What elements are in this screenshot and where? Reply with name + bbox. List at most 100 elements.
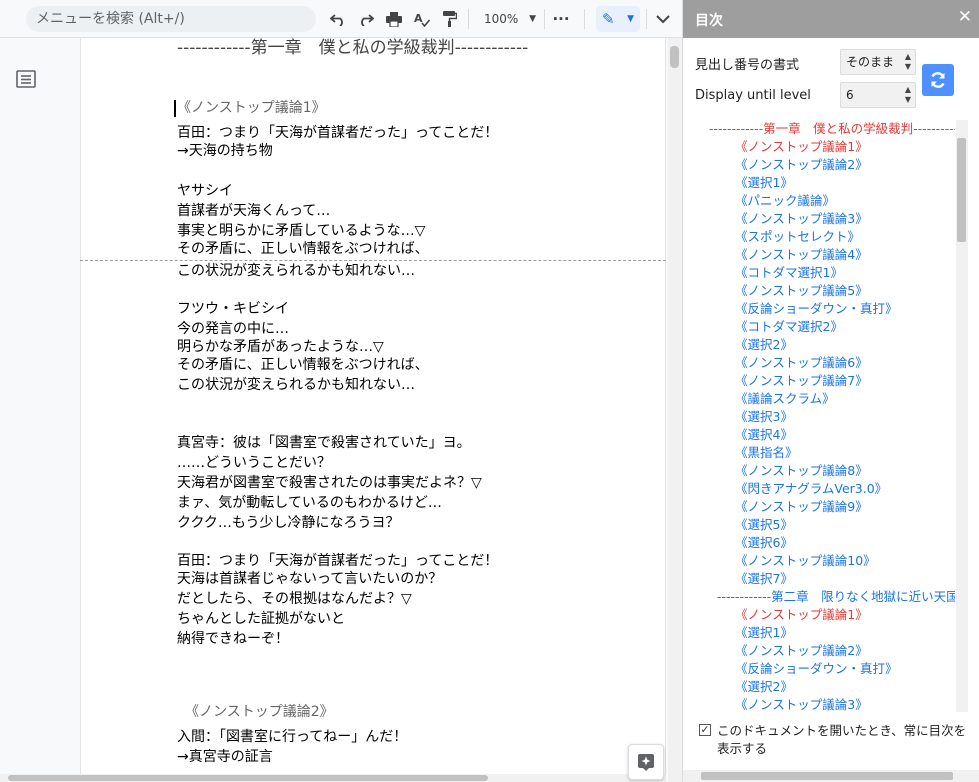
- toc-item[interactable]: 《選択1》: [735, 624, 793, 642]
- text-cursor: [174, 100, 176, 117]
- doc-line: 明らかな矛盾があったような…▽: [177, 339, 384, 355]
- document-scroll-thumb[interactable]: [670, 46, 679, 68]
- document-hscroll-thumb[interactable]: [8, 775, 488, 781]
- toc-hscroll-thumb[interactable]: [701, 772, 953, 780]
- doc-line: 百田：つまり「天海が首謀者だった」ってことだ！: [177, 125, 499, 141]
- doc-line: ……どういうことだい？: [177, 455, 331, 471]
- doc-line: 天海君が図書室で殺害されたのは事実だよネ？▽: [177, 475, 482, 491]
- toc-item[interactable]: ------------第二章 限りなく地獄に近い天国: [717, 588, 955, 606]
- doc-line: 天海は首謀者じゃないって言いたいのか？: [177, 571, 443, 587]
- toc-item[interactable]: 《スポットセレクト》: [735, 228, 860, 246]
- pen-caret-icon: ▼: [627, 14, 634, 24]
- toc-item[interactable]: 《ノンストップ議論1》: [735, 606, 868, 624]
- toolbar-divider: [468, 9, 469, 29]
- redo-icon[interactable]: [354, 8, 378, 30]
- toc-item[interactable]: 《選択6》: [735, 534, 793, 552]
- document-outline-icon[interactable]: [16, 70, 36, 88]
- doc-line: →真宮寺の証言: [177, 749, 273, 765]
- close-icon[interactable]: ✕: [958, 7, 972, 27]
- toc-item[interactable]: 《ノンストップ議論8》: [735, 462, 868, 480]
- toc-item[interactable]: 《選択1》: [735, 174, 793, 192]
- document-vertical-scrollbar[interactable]: [668, 38, 682, 782]
- toc-item[interactable]: 《パニック議論》: [735, 192, 835, 210]
- toc-item[interactable]: 《ノンストップ議論10》: [735, 552, 876, 570]
- toc-item[interactable]: 《ノンストップ議論4》: [735, 246, 868, 264]
- document-area: ------------第一章 僕と私の学級裁判------------ 《ノン…: [0, 38, 682, 782]
- toc-item[interactable]: 《ノンストップ議論1》: [735, 138, 868, 156]
- refresh-button[interactable]: [922, 64, 954, 96]
- page-break: [80, 260, 666, 261]
- doc-line: →天海の持ち物: [177, 143, 273, 159]
- toc-item[interactable]: 《選択4》: [735, 426, 793, 444]
- svg-text:A: A: [414, 12, 423, 25]
- toc-item[interactable]: ------------第一章 僕と私の学級裁判------------: [709, 120, 955, 138]
- doc-line: 事実と明らかに矛盾しているような…▽: [177, 223, 426, 239]
- toc-item[interactable]: 《コトダマ選択1》: [735, 264, 843, 282]
- print-icon[interactable]: [382, 8, 406, 30]
- toc-item[interactable]: 《ノンストップ議論3》: [735, 696, 868, 712]
- always-show-toc-checkbox[interactable]: ✓: [699, 724, 711, 736]
- toc-item[interactable]: 《反論ショーダウン・真打》: [735, 300, 898, 318]
- heading-format-select[interactable]: そのまま ▲ ▼: [840, 49, 916, 75]
- menu-search-input[interactable]: メニューを検索 (Alt+/): [26, 6, 316, 32]
- doc-line: その矛盾に、正しい情報をぶつければ、: [177, 241, 429, 257]
- toc-item[interactable]: 《ノンストップ議論3》: [735, 210, 868, 228]
- toc-item[interactable]: 《黒指名》: [735, 444, 798, 462]
- doc-line: ちゃんとした証拠がないと: [177, 611, 345, 627]
- pen-icon: ✎: [602, 10, 615, 28]
- toc-item[interactable]: 《選択2》: [735, 678, 793, 696]
- doc-line: だとしたら、その根拠はなんだよ？▽: [177, 591, 412, 607]
- toc-item[interactable]: 《ノンストップ議論6》: [735, 354, 868, 372]
- toc-item[interactable]: 《選択7》: [735, 570, 793, 588]
- toolbar-divider: [544, 9, 545, 29]
- display-level-select[interactable]: 6 ▲ ▼: [840, 82, 916, 108]
- select-arrows-icon: ▲ ▼: [904, 52, 911, 71]
- doc-line: ヤサシイ: [177, 183, 233, 199]
- chapter-heading: ------------第一章 僕と私の学級裁判------------: [177, 38, 529, 58]
- doc-line: ククク…もう少し冷静になろうヨ？: [177, 515, 400, 531]
- toc-item[interactable]: 《ノンストップ議論9》: [735, 498, 868, 516]
- toc-item[interactable]: 《ノンストップ議論7》: [735, 372, 868, 390]
- toc-header: 目次 ✕: [683, 0, 979, 38]
- section-heading: 《ノンストップ議論1》: [177, 100, 326, 116]
- app-window: メニューを検索 (Alt+/) A 100% ▼ ··· ✎ ▼ -------…: [0, 0, 979, 782]
- toc-item[interactable]: 《選択5》: [735, 516, 793, 534]
- document-page[interactable]: [80, 38, 666, 782]
- doc-line: 入間：「図書室に行ってねー」んだ！: [177, 729, 408, 745]
- doc-line: 首謀者が天海くんって…: [177, 203, 331, 219]
- doc-line: 今の発言の中に…: [177, 321, 289, 337]
- display-level-label: Display until level: [695, 88, 811, 103]
- doc-line: 納得できねーぞ！: [177, 631, 289, 647]
- toc-item[interactable]: 《議論スクラム》: [735, 390, 835, 408]
- toc-item[interactable]: 《反論ショーダウン・真打》: [735, 660, 898, 678]
- toc-scroll-thumb[interactable]: [957, 138, 966, 242]
- paint-format-icon[interactable]: [438, 8, 462, 30]
- explore-button[interactable]: [628, 744, 664, 780]
- toolbar: メニューを検索 (Alt+/) A 100% ▼ ··· ✎ ▼: [0, 0, 682, 38]
- heading-format-label: 見出し番号の書式: [695, 58, 800, 73]
- doc-line: 真宮寺：彼は「図書室で殺害されていた」ヨ。: [177, 435, 471, 451]
- doc-line: その矛盾に、正しい情報をぶつければ、: [177, 357, 429, 373]
- undo-icon[interactable]: [326, 8, 350, 30]
- display-level-value: 6: [846, 88, 854, 102]
- always-show-toc-label: このドキュメントを開いたとき、常に目次を表示する: [717, 723, 967, 756]
- toc-item[interactable]: 《選択2》: [735, 336, 793, 354]
- spellcheck-icon[interactable]: A: [410, 8, 434, 30]
- zoom-select[interactable]: 100% ▼: [478, 8, 540, 30]
- toc-item[interactable]: 《閃きアナグラムVer3.0》: [735, 480, 887, 498]
- toc-item[interactable]: 《ノンストップ議論5》: [735, 282, 868, 300]
- toc-item[interactable]: 《選択3》: [735, 408, 793, 426]
- editing-mode-button[interactable]: ✎ ▼: [596, 6, 640, 32]
- toc-item[interactable]: 《ノンストップ議論2》: [735, 156, 868, 174]
- more-icon[interactable]: ···: [549, 8, 573, 30]
- toc-list: ------------第一章 僕と私の学級裁判------------ 《ノン…: [683, 120, 955, 712]
- toc-item[interactable]: 《コトダマ選択2》: [735, 318, 843, 336]
- toc-sidebar: 目次 ✕ 見出し番号の書式 そのまま ▲ ▼ Display until leve…: [682, 0, 979, 782]
- doc-line: この状況が変えられるかも知れない…: [177, 377, 415, 393]
- doc-line: フツウ・キビシイ: [177, 301, 289, 317]
- doc-line: この状況が変えられるかも知れない…: [177, 263, 415, 279]
- collapse-icon[interactable]: [651, 8, 675, 30]
- zoom-value: 100%: [484, 12, 519, 26]
- toc-item[interactable]: 《ノンストップ議論2》: [735, 642, 868, 660]
- toc-title: 目次: [695, 13, 723, 29]
